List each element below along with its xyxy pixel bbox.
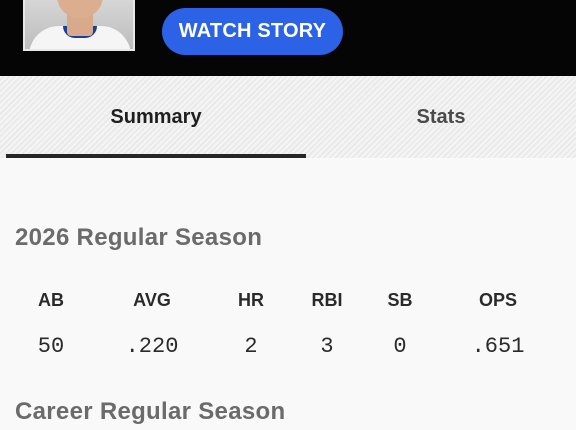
stat-value-ops: .651 bbox=[471, 334, 525, 359]
tab-bar: Summary Stats bbox=[0, 76, 576, 158]
stat-header-sb: SB bbox=[387, 290, 413, 310]
tab-stats-label: Stats bbox=[416, 105, 466, 128]
stat-header-hr: HR bbox=[238, 290, 264, 310]
stat-value-avg: .220 bbox=[125, 334, 179, 359]
summary-content: 2026 Regular Season AB AVG HR RBI SB OPS… bbox=[0, 158, 576, 430]
season-title: 2026 Regular Season bbox=[15, 224, 263, 251]
career-title: Career Regular Season bbox=[15, 398, 286, 425]
stat-value-sb: 0 bbox=[393, 334, 407, 359]
stat-value-rbi: 3 bbox=[320, 334, 334, 359]
tab-summary[interactable]: Summary bbox=[6, 76, 306, 158]
stat-value-hr: 2 bbox=[244, 334, 258, 359]
player-header: WATCH STORY bbox=[0, 0, 576, 76]
stat-header-ops: OPS bbox=[478, 290, 518, 310]
tab-stats[interactable]: Stats bbox=[306, 76, 576, 158]
tab-summary-label: Summary bbox=[110, 105, 202, 128]
stat-header-rbi: RBI bbox=[311, 290, 343, 310]
stat-header-ab: AB bbox=[38, 290, 64, 310]
player-headshot[interactable] bbox=[23, 0, 135, 51]
stat-header-avg: AVG bbox=[133, 290, 171, 310]
watch-story-button[interactable]: WATCH STORY bbox=[162, 8, 343, 55]
stat-value-ab: 50 bbox=[37, 334, 65, 359]
